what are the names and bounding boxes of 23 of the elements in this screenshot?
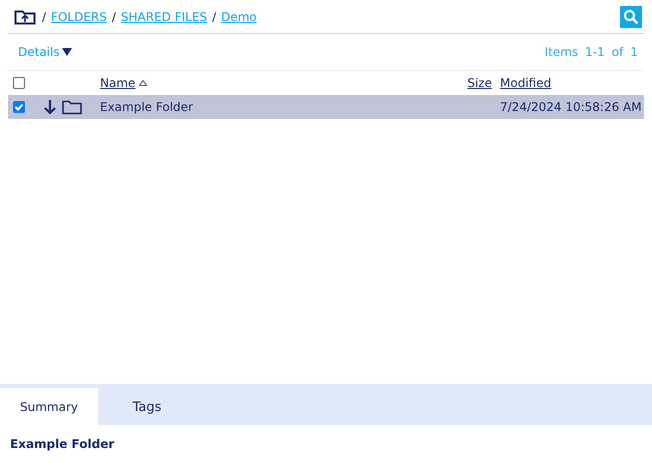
item-total: 1: [630, 45, 638, 59]
table-row[interactable]: Example Folder 7/24/2024 10:58:26 AM: [8, 95, 644, 119]
summary-title: Example Folder: [9, 436, 116, 453]
items-label: Items: [544, 45, 578, 59]
down-arrow-icon[interactable]: [44, 99, 56, 115]
modified-date: 7/24/2024 10:58:26 AM: [500, 100, 642, 114]
search-button[interactable]: [620, 6, 642, 28]
column-header[interactable]: Size: [467, 76, 492, 90]
row-checkbox[interactable]: [13, 101, 25, 113]
breadcrumb-separator: /: [112, 10, 116, 24]
tab[interactable]: Summary: [0, 388, 98, 425]
column-header[interactable]: Modified: [500, 76, 552, 90]
item-range: 1-1: [585, 45, 605, 59]
breadcrumb-separator: /: [42, 10, 46, 24]
folder-icon: [62, 100, 82, 114]
of-label: of: [612, 45, 624, 59]
tab[interactable]: Tags: [98, 384, 196, 425]
file-name: Example Folder: [100, 100, 193, 114]
select-all-checkbox[interactable]: [13, 77, 25, 89]
caret-icon: [62, 48, 72, 56]
folder-up-icon[interactable]: [14, 8, 36, 24]
breadcrumb-separator: /: [212, 10, 216, 24]
column-header[interactable]: Name: [100, 76, 136, 90]
